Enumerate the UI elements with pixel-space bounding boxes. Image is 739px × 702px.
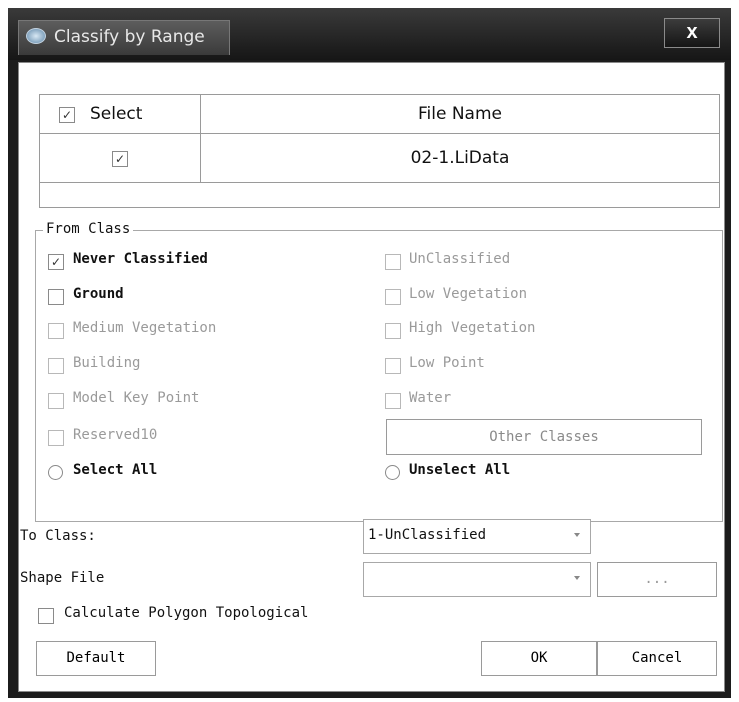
calc-polygon-checkbox[interactable] (38, 608, 54, 624)
other-classes-button[interactable]: Other Classes (386, 419, 702, 455)
file-name-header: File Name (201, 95, 719, 134)
medium-vegetation-checkbox (48, 323, 64, 339)
never-classified-checkbox[interactable]: ✓ (48, 254, 64, 270)
building-checkbox (48, 358, 64, 374)
high-vegetation-label: High Vegetation (409, 320, 536, 336)
table-row-select-cell[interactable]: ✓ (40, 134, 201, 183)
reserved10-checkbox (48, 430, 64, 446)
calc-polygon-label[interactable]: Calculate Polygon Topological (64, 605, 308, 621)
shape-file-dropdown[interactable] (363, 562, 591, 597)
file-name-cell: 02-1.LiData (410, 148, 510, 168)
file-table: ✓ Select File Name ✓ 02-1.LiData (39, 94, 720, 208)
dialog-body: ✓ Select File Name ✓ 02-1.LiData From Cl… (18, 62, 725, 692)
to-class-label: To Class: (20, 528, 96, 544)
building-label: Building (73, 355, 141, 371)
ground-label[interactable]: Ground (73, 286, 124, 302)
browse-shape-file-button[interactable]: ... (597, 562, 717, 597)
low-vegetation-label: Low Vegetation (409, 286, 528, 302)
model-key-point-label: Model Key Point (73, 390, 200, 406)
select-all-radio[interactable] (48, 465, 63, 480)
close-button[interactable]: x (664, 18, 720, 48)
cancel-button[interactable]: Cancel (597, 641, 717, 676)
high-vegetation-checkbox (385, 323, 401, 339)
model-key-point-checkbox (48, 393, 64, 409)
table-row[interactable]: 02-1.LiData (201, 134, 719, 183)
select-header: ✓ Select (40, 95, 201, 134)
window-title: Classify by Range (54, 27, 205, 47)
low-point-checkbox (385, 358, 401, 374)
ground-checkbox[interactable] (48, 289, 64, 305)
unclassified-checkbox (385, 254, 401, 270)
reserved10-label: Reserved10 (73, 427, 158, 443)
unselect-all-label[interactable]: Unselect All (409, 462, 510, 478)
to-class-dropdown[interactable]: 1-UnClassified (363, 519, 591, 554)
file-name-header-label: File Name (417, 104, 502, 124)
select-header-label: Select (90, 104, 143, 124)
app-icon (26, 28, 46, 44)
shape-file-label: Shape File (20, 570, 105, 586)
unclassified-label: UnClassified (409, 251, 511, 267)
select-all-label[interactable]: Select All (73, 462, 157, 478)
chevron-down-icon (574, 576, 580, 580)
medium-vegetation-label: Medium Vegetation (73, 320, 217, 336)
select-all-files-checkbox[interactable]: ✓ (59, 107, 75, 123)
classify-by-range-dialog: Classify by Range x ✓ Select File Name ✓… (8, 8, 731, 698)
from-class-legend: From Class (43, 221, 134, 237)
chevron-down-icon (574, 533, 580, 537)
to-class-value: 1-UnClassified (368, 527, 487, 543)
ok-button[interactable]: OK (481, 641, 597, 676)
never-classified-label[interactable]: Never Classified (73, 251, 208, 267)
water-label: Water (409, 390, 452, 406)
water-checkbox (385, 393, 401, 409)
default-button[interactable]: Default (36, 641, 156, 676)
from-class-group (35, 230, 723, 522)
low-point-label: Low Point (409, 355, 485, 371)
unselect-all-radio[interactable] (385, 465, 400, 480)
low-vegetation-checkbox (385, 289, 401, 305)
title-bar[interactable]: Classify by Range x (8, 8, 731, 60)
file-row-checkbox[interactable]: ✓ (112, 151, 128, 167)
